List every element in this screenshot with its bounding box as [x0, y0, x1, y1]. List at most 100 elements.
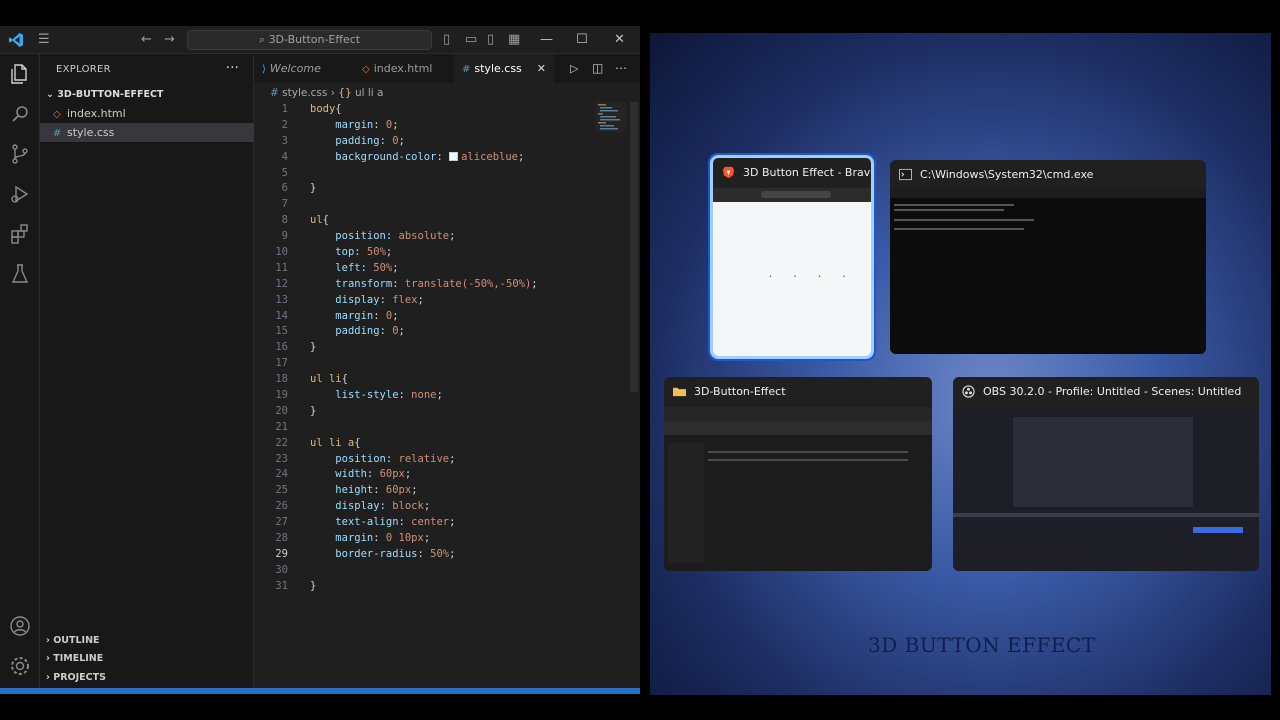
explorer-icon[interactable]	[8, 62, 32, 86]
split-editor-icon[interactable]: ◫	[592, 54, 603, 83]
code-line[interactable]: 22 ul li a{	[254, 436, 640, 452]
forward-arrow-icon[interactable]: →	[164, 26, 175, 54]
obs-preview-canvas	[1013, 417, 1193, 507]
code-line[interactable]: 29 border-radius: 50%;	[254, 547, 640, 563]
tab-welcome[interactable]: ⟩ Welcome	[254, 54, 354, 83]
source-control-icon[interactable]	[8, 142, 32, 166]
line-number: 7	[281, 198, 288, 211]
code-line[interactable]: 31}	[254, 579, 640, 595]
window-card-obs[interactable]: OBS 30.2.0 - Profile: Untitled - Scenes:…	[953, 377, 1259, 571]
toggle-secondary-sidebar-icon[interactable]: ▯	[487, 26, 494, 54]
code-line[interactable]: 12 transform: translate(-50%,-50%);	[254, 277, 640, 293]
terminal-text-preview	[894, 204, 1014, 206]
explorer-list-preview	[708, 459, 908, 461]
file-item-index-html[interactable]: ◇ index.html	[40, 104, 254, 123]
code-line[interactable]: 4 background-color: aliceblue;	[254, 150, 640, 166]
minimize-icon[interactable]: —	[540, 26, 553, 54]
code-line[interactable]: 19 list-style: none;	[254, 388, 640, 404]
selector-icon: {}	[338, 87, 355, 99]
line-number: 9	[281, 230, 288, 243]
code-line[interactable]: 28 margin: 0 10px;	[254, 531, 640, 547]
minimap[interactable]	[596, 102, 626, 132]
vscode-icon: ⟩	[262, 64, 266, 75]
line-number: 10	[275, 246, 288, 259]
maximize-icon[interactable]: ☐	[576, 26, 588, 54]
customize-layout-icon[interactable]: ▦	[508, 26, 520, 54]
section-projects[interactable]: › PROJECTS	[40, 669, 254, 687]
code-editor[interactable]: 1 body{2 margin: 0; 3 padding: 0; 4 backgro…	[254, 102, 640, 595]
extensions-icon[interactable]	[8, 222, 32, 246]
code-line[interactable]: 7	[254, 197, 640, 213]
line-number: 18	[275, 373, 288, 386]
section-timeline[interactable]: › TIMELINE	[40, 650, 254, 668]
code-line[interactable]: 5	[254, 166, 640, 182]
code-line[interactable]: 1 body{	[254, 102, 640, 118]
code-line[interactable]: 6}	[254, 181, 640, 197]
search-icon[interactable]	[8, 102, 32, 126]
code-line[interactable]: 11 left: 50%;	[254, 261, 640, 277]
code-line[interactable]: 3 padding: 0;	[254, 134, 640, 150]
back-arrow-icon[interactable]: ←	[141, 26, 152, 54]
command-center-search[interactable]: ⌕ 3D-Button-Effect	[187, 30, 432, 50]
more-actions-icon[interactable]: ⋯	[615, 54, 627, 83]
code-line[interactable]: 25 height: 60px;	[254, 483, 640, 499]
line-number: 2	[281, 118, 288, 131]
close-tab-icon[interactable]: ✕	[537, 54, 546, 83]
more-actions-icon[interactable]: ···	[226, 60, 239, 76]
section-outline[interactable]: › OUTLINE	[40, 632, 254, 650]
run-icon[interactable]: ▷	[570, 54, 578, 83]
code-line[interactable]: 23 position: relative;	[254, 452, 640, 468]
line-number: 25	[275, 484, 288, 497]
code-line[interactable]: 14 margin: 0;	[254, 309, 640, 325]
window-card-file-explorer[interactable]: 3D-Button-Effect	[664, 377, 932, 571]
code-line[interactable]: 18 ul li{	[254, 372, 640, 388]
window-title: OBS 30.2.0 - Profile: Untitled - Scenes:…	[953, 377, 1259, 407]
close-icon[interactable]: ✕	[614, 26, 625, 54]
editor-scrollbar[interactable]	[630, 102, 638, 392]
code-line[interactable]: 9 position: absolute;	[254, 229, 640, 245]
code-text: border-radius: 50%;	[335, 547, 456, 560]
testing-flask-icon[interactable]	[8, 262, 32, 286]
account-icon[interactable]	[8, 614, 32, 638]
obs-control-button-preview	[1193, 527, 1243, 533]
settings-gear-icon[interactable]	[8, 654, 32, 678]
window-card-brave[interactable]: 3D Button Effect - Brave • • • •	[708, 153, 876, 361]
line-number: 15	[275, 325, 288, 338]
window-card-cmd[interactable]: C:\Windows\System32\cmd.exe	[890, 160, 1206, 354]
code-line[interactable]: 30	[254, 563, 640, 579]
breadcrumb-file[interactable]: style.css	[282, 87, 327, 99]
html-icon: ◇	[362, 64, 370, 75]
vscode-logo-icon[interactable]	[8, 32, 24, 48]
activity-bar	[0, 54, 40, 694]
code-line[interactable]: 16}	[254, 340, 640, 356]
code-text: padding: 0;	[335, 134, 405, 147]
search-text: 3D-Button-Effect	[268, 33, 361, 46]
code-line[interactable]: 13 display: flex;	[254, 293, 640, 309]
code-line[interactable]: 24 width: 60px;	[254, 467, 640, 483]
toggle-sidebar-icon[interactable]: ▯	[443, 26, 450, 54]
breadcrumb-symbol[interactable]: ul li a	[355, 87, 384, 99]
video-caption: 3D BUTTON EFFECT	[868, 633, 1096, 657]
code-line[interactable]: 20}	[254, 404, 640, 420]
code-line[interactable]: 2 margin: 0;	[254, 118, 640, 134]
tab-index-html[interactable]: ◇ index.html	[354, 54, 454, 83]
file-item-style-css[interactable]: # style.css	[40, 123, 254, 142]
line-number: 19	[275, 389, 288, 402]
tab-style-css[interactable]: # style.css ✕	[454, 54, 554, 83]
code-line[interactable]: 15 padding: 0;	[254, 324, 640, 340]
code-line[interactable]: 26 display: block;	[254, 499, 640, 515]
folder-header[interactable]: ⌄ 3D-BUTTON-EFFECT	[40, 86, 254, 104]
code-line[interactable]: 10 top: 50%;	[254, 245, 640, 261]
run-debug-icon[interactable]	[8, 182, 32, 206]
code-text: }	[310, 579, 317, 592]
terminal-text-preview	[894, 228, 1024, 230]
window-thumbnail: • • • •	[713, 188, 871, 356]
code-line[interactable]: 17	[254, 356, 640, 372]
menu-icon[interactable]: ☰	[38, 26, 50, 54]
code-line[interactable]: 21	[254, 420, 640, 436]
code-line[interactable]: 27 text-align: center;	[254, 515, 640, 531]
code-line[interactable]: 8 ul{	[254, 213, 640, 229]
toggle-panel-icon[interactable]: ▭	[465, 26, 477, 54]
window-title: C:\Windows\System32\cmd.exe	[890, 160, 1206, 190]
code-text: }	[310, 182, 317, 195]
